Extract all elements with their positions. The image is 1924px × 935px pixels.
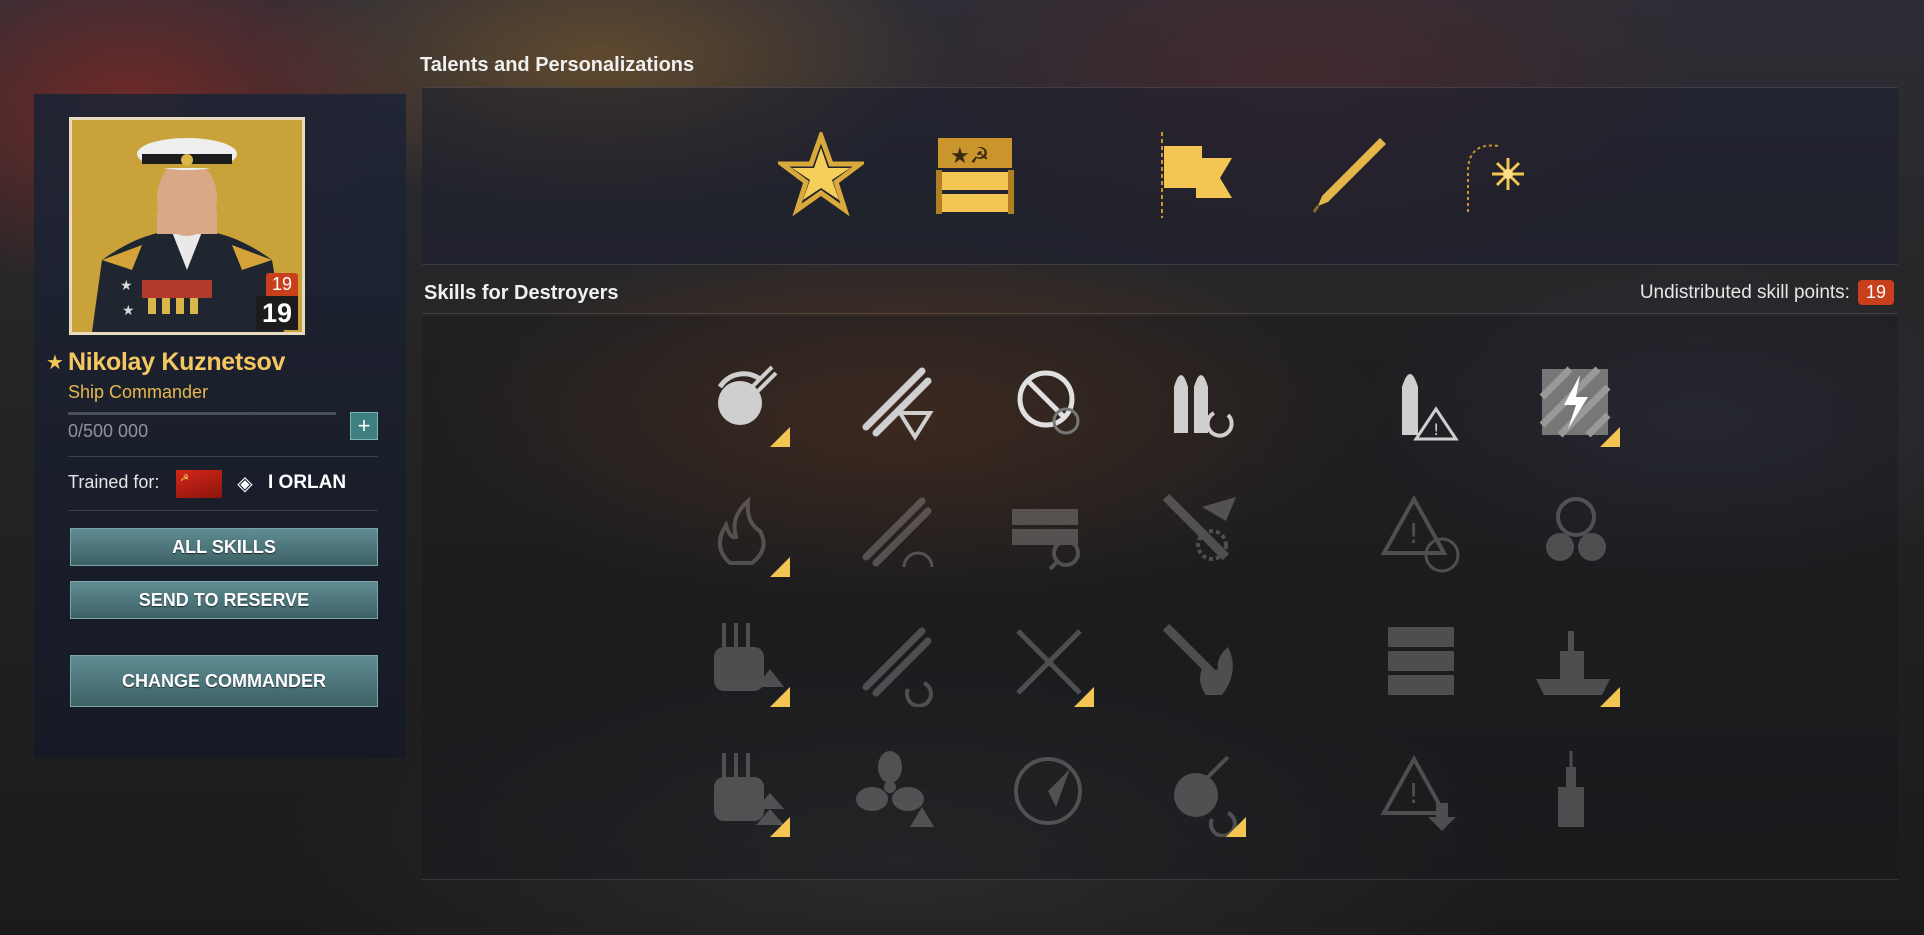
skill-upgrade-corner-icon	[770, 817, 790, 837]
commander-role: Ship Commander	[68, 382, 209, 402]
svg-text:!: !	[1408, 777, 1419, 810]
shell-reload-icon[interactable]	[1156, 357, 1246, 447]
elite-star-icon: ★	[46, 352, 64, 374]
skill-upgrade-corner-icon	[1600, 687, 1620, 707]
skill-upgrade-corner-icon	[770, 427, 790, 447]
flag-icon[interactable]	[1156, 132, 1242, 218]
destroyer-class-icon: ◈	[237, 473, 253, 495]
consumable-search-icon[interactable]	[1004, 487, 1094, 577]
propeller-upgrade-icon-glyph	[856, 751, 934, 827]
turret-traverse-icon[interactable]	[1156, 747, 1246, 838]
warning-clock-icon[interactable]: !	[1378, 487, 1468, 577]
shell-reload-icon-glyph	[1174, 375, 1234, 438]
undistributed-label: Undistributed skill points:	[1639, 281, 1850, 303]
fire-torpedo-icon-glyph	[1162, 623, 1233, 695]
undistributed-badge: 19	[1857, 280, 1894, 305]
fire-torpedo-icon[interactable]	[1156, 617, 1246, 707]
skills-title: Skills for Destroyers	[424, 282, 619, 304]
skill-upgrade-corner-icon	[770, 557, 790, 577]
star-wreath-icon[interactable]	[774, 128, 868, 218]
torpedo-flag-icon-glyph	[1162, 493, 1236, 561]
helm-propeller-icon-glyph	[1546, 497, 1606, 561]
fire-icon[interactable]	[700, 487, 790, 577]
trained-for-label: Trained for:	[68, 472, 160, 492]
talents-panel: ★☭	[422, 87, 1898, 265]
talents-title: Talents and Personalizations	[420, 54, 695, 76]
radar-sweep-icon-glyph	[1014, 757, 1082, 825]
firework-icon[interactable]	[1458, 132, 1544, 218]
warning-clock-icon-glyph: !	[1380, 494, 1460, 573]
propeller-upgrade-icon[interactable]	[852, 747, 942, 837]
skill-upgrade-corner-icon	[1226, 817, 1246, 837]
add-xp-button[interactable]: +	[350, 412, 378, 440]
crate-stack-icon[interactable]	[1378, 617, 1468, 707]
svg-text:★☭: ★☭	[950, 144, 989, 169]
ussr-ammo-crate-icon[interactable]: ★☭	[932, 132, 1018, 218]
trained-ship-name: I ORLAN	[268, 472, 347, 493]
svg-text:★: ★	[122, 303, 135, 319]
warship-icon[interactable]	[1530, 747, 1620, 837]
send-to-reserve-button[interactable]: SEND TO RESERVE	[70, 581, 378, 619]
skill-upgrade-corner-icon	[1600, 427, 1620, 447]
commander-panel: ★ ★ 19 19 ★ Nikolay Kuznetsov Ship Comma…	[34, 94, 406, 758]
svg-text:!: !	[1408, 517, 1419, 550]
consumable-search-icon-glyph	[1012, 509, 1080, 571]
torpedo-speed-icon-glyph	[862, 497, 934, 568]
undistributed-points: Undistributed skill points: 19	[1640, 280, 1894, 305]
skill-upgrade-corner-icon	[770, 687, 790, 707]
warning-down-icon[interactable]: !	[1378, 747, 1468, 837]
shell-warning-icon-glyph: !	[1402, 374, 1459, 441]
skill-upgrade-corner-icon	[1074, 687, 1094, 707]
all-skills-button[interactable]: ALL SKILLS	[70, 528, 378, 566]
ussr-flag-icon: ☭	[176, 470, 222, 498]
divider	[68, 456, 378, 457]
svg-text:★: ★	[120, 278, 133, 294]
commander-portrait[interactable]: ★ ★ 19 19	[69, 117, 305, 335]
torpedo-speed-icon[interactable]	[852, 487, 942, 577]
turret-reload-icon[interactable]	[700, 357, 790, 447]
level-badge: 19 19	[255, 273, 298, 330]
commander-level: 19	[255, 296, 298, 330]
electric-hazard-icon[interactable]	[1530, 357, 1620, 447]
torpedo-armament-icon[interactable]	[852, 357, 942, 447]
svg-text:!: !	[1433, 420, 1439, 439]
xp-progress-bar	[68, 412, 336, 415]
no-consumable-icon-glyph	[1017, 370, 1080, 435]
torpedo-reload-icon[interactable]	[852, 617, 942, 708]
crate-stack-icon-glyph	[1388, 627, 1454, 695]
no-consumable-icon[interactable]	[1004, 357, 1094, 447]
commander-name-row: ★ Nikolay Kuznetsov	[46, 348, 285, 377]
turret-upgrade-icon[interactable]	[700, 617, 790, 707]
pen-icon[interactable]	[1306, 132, 1392, 218]
battleship-icon[interactable]	[1530, 617, 1620, 707]
change-commander-button[interactable]: CHANGE COMMANDER	[70, 655, 378, 707]
divider	[68, 510, 378, 511]
warship-icon-glyph	[1558, 751, 1584, 827]
commander-name: Nikolay Kuznetsov	[67, 348, 286, 376]
shell-warning-icon[interactable]: !	[1378, 357, 1468, 447]
torpedo-reload-icon-glyph	[862, 627, 933, 708]
skill-points-badge: 19	[265, 273, 298, 296]
radar-sweep-icon[interactable]	[1004, 747, 1094, 837]
warning-down-icon-glyph: !	[1380, 754, 1456, 831]
torpedo-flag-icon[interactable]	[1156, 487, 1246, 577]
helm-propeller-icon[interactable]	[1530, 487, 1620, 577]
xp-value: 0/500 000	[68, 421, 149, 441]
turret-double-upgrade-icon[interactable]	[700, 747, 790, 837]
crossed-swords-icon[interactable]	[1004, 617, 1094, 707]
torpedo-armament-icon-glyph	[862, 367, 934, 441]
